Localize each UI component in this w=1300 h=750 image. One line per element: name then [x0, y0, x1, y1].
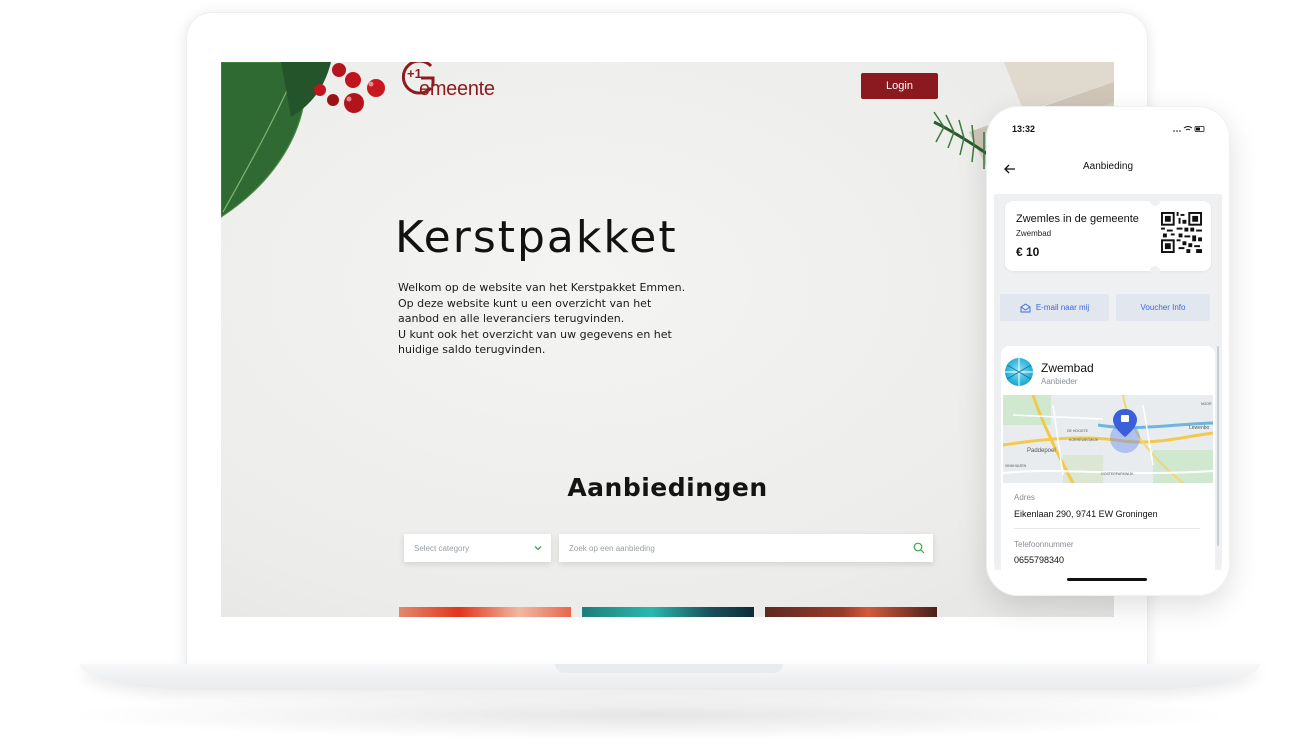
search-placeholder: Zoek op een aanbieding [569, 543, 655, 553]
map-view: Paddepoel DE HOOGTE KORREWEGWIJK Lewenbo… [1003, 395, 1213, 483]
map-label: DE HOOGTE [1067, 429, 1089, 433]
category-select-placeholder: Select category [414, 543, 470, 553]
offers-section-title: Aanbiedingen [567, 473, 768, 502]
map-label: Paddepoel [1027, 448, 1056, 454]
app-bar: Aanbieding [994, 144, 1222, 194]
logo-wordmark: emeente [419, 78, 495, 100]
app-bar-title: Aanbieding [1082, 161, 1134, 172]
login-button[interactable]: Login [861, 73, 938, 99]
voucher-provider: Zwembad [1016, 229, 1052, 238]
voucher-info-label: Voucher Info [1140, 303, 1186, 312]
holly-leaves-decoration [221, 62, 385, 218]
hero-intro-line: Op deze website kunt u een overzicht van… [398, 296, 652, 310]
hero-intro-line: huidige saldo terugvinden. [398, 343, 546, 357]
laptop-shadow [60, 690, 1240, 740]
email-voucher-button[interactable]: E-mail naar mij [1000, 294, 1109, 321]
offer-search-input[interactable]: Zoek op een aanbieding [559, 534, 933, 562]
chevron-down-icon [534, 546, 542, 551]
hero-title: Kerstpakket [395, 212, 678, 263]
address-value[interactable]: Eikenlaan 290, 9741 EW Groningen [1014, 509, 1158, 519]
status-time: 13:32 [1012, 124, 1036, 134]
voucher-ticket: Zwemles in de gemeente Zwembad € 10 [1005, 196, 1211, 276]
status-icons [1173, 126, 1205, 132]
voucher-actions: E-mail naar mij Voucher Info [994, 286, 1222, 328]
hero-intro-line: Welkom op de website van het Kerstpakket… [398, 281, 686, 294]
voucher-price: € 10 [1016, 245, 1040, 259]
qr-code-icon [1161, 212, 1202, 253]
phone-device: 13:32 Aanbieding Zwemles in de gemeente … [986, 106, 1230, 596]
hero-intro-line: aanbod en alle leveranciers terugvinden. [398, 312, 625, 326]
gemeente-logo[interactable]: +1 emeente [397, 62, 507, 102]
map-label: NOOR [1201, 402, 1212, 406]
phone-number-label: Telefoonnummer [1014, 540, 1074, 549]
provider-card: Zwembad Aanbieder Paddepoel DE HOOGTE KO… [1001, 346, 1215, 576]
provider-avatar [1005, 358, 1033, 386]
hero-intro-line: U kunt ook het overzicht van uw gegevens… [398, 327, 672, 341]
phone-screen: 13:32 Aanbieding Zwemles in de gemeente … [994, 114, 1222, 588]
voucher-info-button[interactable]: Voucher Info [1116, 294, 1210, 321]
map-label: KORREWEGWIJK [1069, 438, 1099, 442]
provider-role: Aanbieder [1041, 377, 1078, 386]
email-voucher-label: E-mail naar mij [1035, 303, 1090, 312]
status-bar: 13:32 [994, 114, 1222, 144]
map-label: VINKHUIZEN [1005, 464, 1027, 468]
category-select[interactable]: Select category [404, 534, 551, 562]
map-label: Lewenbo [1189, 425, 1210, 431]
search-icon[interactable] [913, 542, 925, 554]
offer-card-thumbnail[interactable] [765, 607, 937, 617]
scrollbar[interactable] [1217, 346, 1219, 546]
map-label: OOSTERPARKWIJK [1101, 472, 1134, 476]
laptop-notch [555, 664, 783, 673]
home-indicator[interactable] [1067, 578, 1147, 581]
offer-card-thumbnail[interactable] [399, 607, 571, 617]
voucher-title: Zwemles in de gemeente [1016, 213, 1139, 225]
website-screen: +1 emeente Login Kerstpakket Welkom op d… [221, 62, 1114, 617]
address-label: Adres [1014, 493, 1035, 502]
provider-name: Zwembad [1041, 361, 1094, 375]
ticket-notch [1150, 266, 1160, 276]
ticket-notch [1150, 196, 1160, 206]
provider-location-map[interactable]: Paddepoel DE HOOGTE KORREWEGWIJK Lewenbo… [1003, 395, 1213, 483]
mockup-stage: +1 emeente Login Kerstpakket Welkom op d… [0, 0, 1300, 750]
pool-icon [1005, 358, 1033, 386]
hero-intro-text: Welkom op de website van het Kerstpakket… [398, 280, 698, 358]
divider [1014, 528, 1200, 529]
phone-number-value[interactable]: 0655798340 [1014, 555, 1064, 565]
offer-card-thumbnail[interactable] [582, 607, 754, 617]
mail-icon [1020, 302, 1031, 312]
